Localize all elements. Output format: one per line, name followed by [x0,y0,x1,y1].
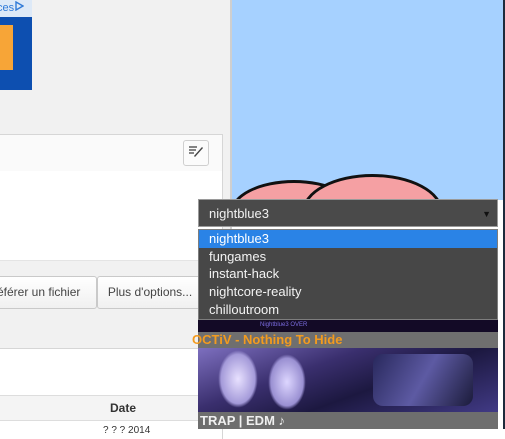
edit-button[interactable] [183,140,209,166]
dropdown-arrow-icon: ▼ [482,209,491,219]
message-textarea[interactable] [0,171,223,261]
channel-option[interactable]: fungames [199,248,497,266]
ad-label: ces [0,2,15,14]
adchoices-icon [15,0,25,17]
date-column-header[interactable]: Date [110,401,136,415]
player-artwork [232,0,503,200]
ad-badge[interactable]: ces [0,0,32,17]
channel-option[interactable]: nightcore-reality [199,283,497,301]
channel-option[interactable]: chilloutroom [199,301,497,319]
channel-option[interactable]: nightblue3 [199,230,497,248]
ad-image[interactable] [0,17,32,90]
table-header: Date [0,395,222,421]
channel-select[interactable]: nightblue3 ▼ [198,199,498,227]
channel-option[interactable]: instant-hack [199,265,497,283]
table-row-date: ? ? ? 2014 [103,425,151,436]
song-artwork [198,348,498,412]
now-playing-bar: OCTiV - Nothing To Hide [192,332,498,348]
more-options-button[interactable]: Plus d'options... [97,276,203,309]
editor-toolbar [0,134,223,172]
channel-select-value: nightblue3 [209,206,269,221]
left-page: ces éférer un fichier Plus d'options... … [0,0,230,439]
stream-banner: Nightblue3 OVER [198,320,498,332]
genre-bar: TRAP | EDM ♪ [198,412,498,429]
transfer-file-button[interactable]: éférer un fichier [0,276,97,309]
banner-text: Nightblue3 OVER [260,322,308,328]
cloud-shape [302,174,443,200]
song-title: OCTiV - Nothing To Hide [192,332,343,347]
channel-options: nightblue3 fungames instant-hack nightco… [198,229,498,320]
edit-icon [188,144,204,163]
genre-label: TRAP | EDM ♪ [200,413,286,428]
